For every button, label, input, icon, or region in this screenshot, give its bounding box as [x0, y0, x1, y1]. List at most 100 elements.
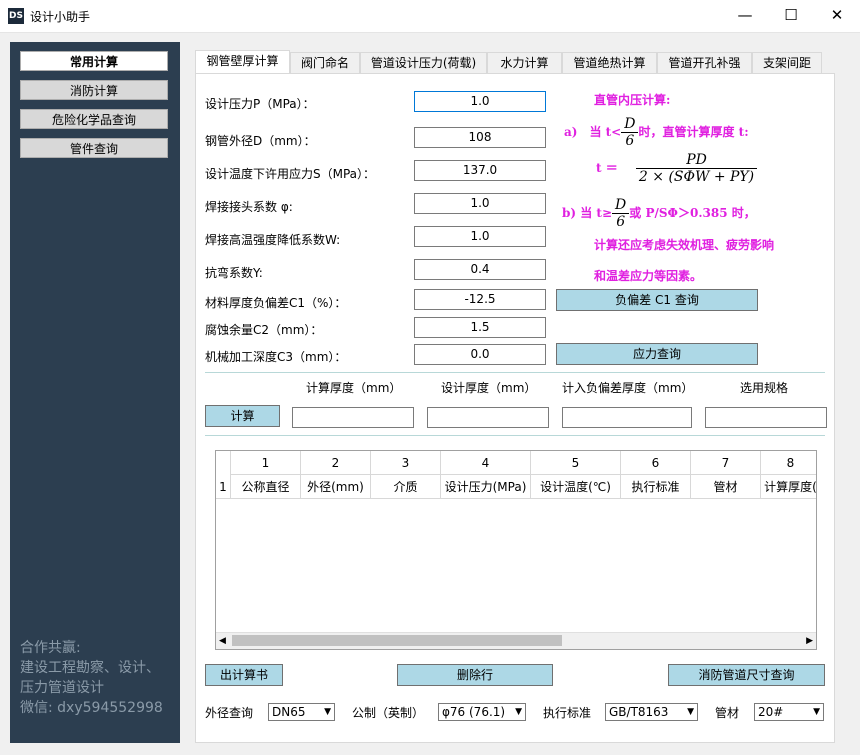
table-cell[interactable]: 计算厚度( [761, 475, 816, 499]
tab-hydraulic-calc[interactable]: 水力计算 [487, 52, 562, 74]
tab-opening-reinforcement[interactable]: 管道开孔补强 [657, 52, 752, 74]
tab-pipe-wall-thickness[interactable]: 钢管壁厚计算 [195, 50, 290, 74]
divider-bottom [205, 435, 825, 436]
maximize-button[interactable]: ☐ [768, 0, 814, 32]
weld-strength-reduction-input[interactable]: 1.0 [414, 226, 546, 247]
standard-select[interactable]: GB/T8163 ▼ [605, 703, 698, 721]
table-cell[interactable]: 公称直径 [231, 475, 301, 499]
unit-select[interactable]: φ76 (76.1) ▼ [438, 703, 526, 721]
result-header-deviation-thickness: 计入负偏差厚度（mm） [562, 381, 694, 395]
thickness-deviation-input[interactable]: -12.5 [414, 289, 546, 310]
fraction-denominator: 6 [625, 133, 635, 149]
design-pressure-input[interactable]: 1.0 [414, 91, 546, 112]
unit-label: 公制（英制） [352, 706, 425, 720]
spec-output[interactable] [705, 407, 827, 428]
title-bar: DS 设计小助手 — ☐ ✕ [0, 0, 860, 33]
standard-label: 执行标准 [543, 706, 592, 720]
window-title: 设计小助手 [30, 10, 91, 24]
table-cell[interactable]: 管材 [691, 475, 761, 499]
chevron-down-icon: ▼ [324, 707, 331, 717]
fraction-d-over-6: D6 [621, 116, 639, 149]
sidebar-contact-text: 合作共赢: 建设工程勘察、设计、 压力管道设计 微信: dxy594552998 [20, 640, 163, 716]
fraction-d-over-6-b: D6 [612, 197, 630, 230]
table-cell[interactable]: 外径(mm) [301, 475, 371, 499]
formula-line-a: a) 当 t< D 6 时，直管计算厚度 t: [564, 116, 749, 149]
calc-button[interactable]: 计算 [205, 405, 280, 427]
results-table[interactable]: 1 1 2 3 4 5 6 7 8 公称直径 外径(mm) 介质 设计压力(MP… [215, 450, 817, 650]
design-pressure-label: 设计压力P（MPa）： [205, 97, 315, 111]
table-col-number: 6 [621, 451, 691, 475]
outer-diameter-label: 钢管外径D（mm）： [205, 134, 316, 148]
report-button[interactable]: 出计算书 [205, 664, 283, 686]
table-col-number: 2 [301, 451, 371, 475]
sidebar-item-hazchem-query[interactable]: 危险化学品查询 [20, 109, 168, 129]
deviation-thickness-output[interactable] [562, 407, 692, 428]
table-col-number: 7 [691, 451, 761, 475]
bending-factor-input[interactable]: 0.4 [414, 259, 546, 280]
table-cell[interactable]: 设计压力(MPa) [441, 475, 531, 499]
weld-factor-label: 焊接接头系数 φ: [205, 200, 293, 214]
table-horizontal-scrollbar[interactable]: ◀ ▶ [216, 632, 816, 649]
sidebar-item-common-calc[interactable]: 常用计算 [20, 51, 168, 71]
material-select[interactable]: 20# ▼ [754, 703, 824, 721]
allowable-stress-input[interactable]: 137.0 [414, 160, 546, 181]
bending-factor-label: 抗弯系数Y: [205, 266, 263, 280]
machining-depth-input[interactable]: 0.0 [414, 344, 546, 365]
tab-support-spacing[interactable]: 支架间距 [752, 52, 822, 74]
table-cell[interactable]: 介质 [371, 475, 441, 499]
sidebar-item-fitting-query[interactable]: 管件查询 [20, 138, 168, 158]
material-label: 管材 [715, 706, 740, 720]
divider-top [205, 372, 825, 373]
tab-design-pressure[interactable]: 管道设计压力(荷载) [360, 52, 487, 74]
chevron-down-icon: ▼ [813, 707, 820, 717]
fraction-pd-over-denominator: PD 2 × (SΦW + PY) [635, 152, 758, 185]
corrosion-allowance-input[interactable]: 1.5 [414, 317, 546, 338]
unit-select-value: φ76 (76.1) [442, 705, 506, 719]
minimize-button[interactable]: — [722, 0, 768, 32]
table-cell[interactable]: 执行标准 [621, 475, 691, 499]
formula-note-1: 计算还应考虑失效机理、疲劳影响 [594, 238, 775, 252]
chevron-down-icon: ▼ [515, 707, 522, 717]
close-button[interactable]: ✕ [814, 0, 860, 32]
corrosion-allowance-label: 腐蚀余量C2（mm）： [205, 323, 323, 337]
table-cell[interactable]: 设计温度(℃) [531, 475, 621, 499]
result-header-calc-thickness: 计算厚度（mm） [306, 381, 402, 395]
scrollbar-thumb[interactable] [232, 635, 562, 646]
scroll-left-icon[interactable]: ◀ [219, 633, 226, 649]
formula-numerator-pd: PD [635, 152, 758, 169]
result-header-design-thickness: 设计厚度（mm） [441, 381, 537, 395]
result-header-spec: 选用规格 [740, 381, 789, 395]
fraction-numerator-b: D [612, 197, 630, 214]
od-select[interactable]: DN65 ▼ [268, 703, 335, 721]
table-col-number: 8 [761, 451, 816, 475]
formula-line-b: b) 当 t≥ D 6 或 P/SΦ＞0.385 时， [562, 197, 756, 230]
design-thickness-output[interactable] [427, 407, 549, 428]
c1-query-button[interactable]: 负偏差 C1 查询 [556, 289, 758, 311]
weld-factor-input[interactable]: 1.0 [414, 193, 546, 214]
stress-query-button[interactable]: 应力查询 [556, 343, 758, 365]
formula-line-b-tail: 或 P/SΦ＞0.385 时， [629, 206, 756, 220]
standard-select-value: GB/T8163 [609, 705, 669, 719]
formula-title: 直管内压计算: [594, 93, 671, 107]
formula-equation: t ＝ PD 2 × (SΦW + PY) [596, 152, 758, 185]
fire-pipe-size-query-button[interactable]: 消防管道尺寸查询 [668, 664, 825, 686]
od-select-value: DN65 [272, 705, 306, 719]
material-select-value: 20# [758, 705, 784, 719]
table-row-number: 1 [216, 475, 231, 499]
scroll-right-icon[interactable]: ▶ [806, 633, 813, 649]
tab-insulation-calc[interactable]: 管道绝热计算 [562, 52, 657, 74]
formula-note-2: 和温差应力等因素。 [594, 269, 703, 283]
tab-valve-naming[interactable]: 阀门命名 [290, 52, 360, 74]
table-col-number: 4 [441, 451, 531, 475]
delete-row-button[interactable]: 删除行 [397, 664, 553, 686]
chevron-down-icon: ▼ [687, 707, 694, 717]
formula-t-equals: t ＝ [596, 161, 618, 175]
formula-line-a-tail: 时，直管计算厚度 t: [638, 125, 749, 139]
calc-thickness-output[interactable] [292, 407, 414, 428]
od-query-label: 外径查询 [205, 706, 254, 720]
formula-denominator: 2 × (SΦW + PY) [638, 169, 755, 185]
thickness-deviation-label: 材料厚度负偏差C1（%）： [205, 296, 347, 310]
sidebar-item-fire-calc[interactable]: 消防计算 [20, 80, 168, 100]
fraction-denominator-b: 6 [616, 214, 626, 230]
outer-diameter-input[interactable]: 108 [414, 127, 546, 148]
